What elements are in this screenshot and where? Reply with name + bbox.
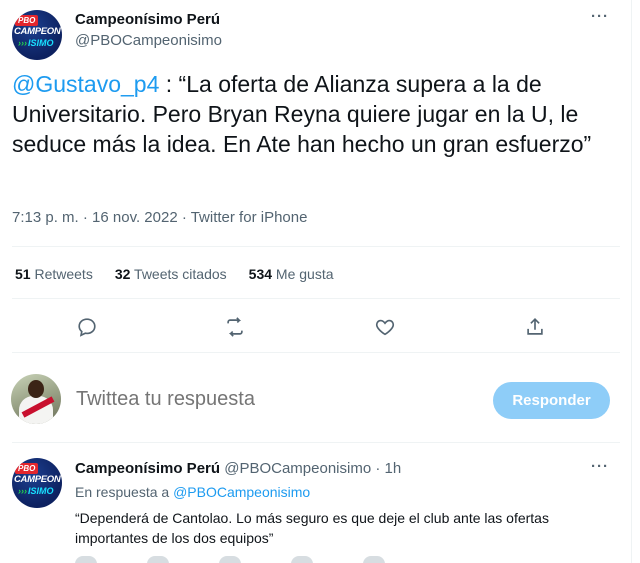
likes-count: 534 bbox=[248, 266, 273, 282]
reply-author-handle[interactable]: @PBOCampeonisimo bbox=[224, 460, 371, 477]
reply-icon[interactable] bbox=[76, 316, 100, 340]
reply-time[interactable]: 1h bbox=[385, 460, 402, 477]
author-avatar[interactable]: PBO CAMPEON ISIMO bbox=[12, 10, 62, 60]
likes-stat[interactable]: 534 Me gusta bbox=[249, 266, 334, 282]
like-icon[interactable] bbox=[374, 316, 398, 340]
quotes-stat[interactable]: 32 Tweets citados bbox=[115, 266, 227, 282]
tweet-mention[interactable]: @Gustavo_p4 bbox=[12, 71, 159, 97]
retweets-label: Retweets bbox=[30, 266, 93, 282]
avatar-line2: ISIMO bbox=[18, 38, 54, 48]
avatar-badge: PBO bbox=[15, 463, 39, 474]
tweet-detail: PBO CAMPEON ISIMO Campeonísimo Perú @PBO… bbox=[0, 0, 632, 563]
reply-context-prefix: En respuesta a bbox=[75, 484, 174, 500]
reply-text: “Dependerá de Cantolao. Lo más seguro es… bbox=[75, 510, 549, 546]
reply-header: Campeonísimo Perú @PBOCampeonisimo · 1h bbox=[75, 460, 401, 477]
likes-label: Me gusta bbox=[272, 266, 334, 282]
divider bbox=[12, 246, 620, 247]
author-name[interactable]: Campeonísimo Perú bbox=[75, 11, 220, 28]
avatar-badge: PBO bbox=[15, 15, 39, 26]
divider bbox=[12, 442, 620, 443]
reply-button[interactable]: Responder bbox=[493, 382, 610, 419]
retweet-icon[interactable] bbox=[224, 316, 248, 340]
reply-more-options-icon[interactable]: ··· bbox=[591, 458, 609, 475]
divider bbox=[12, 352, 620, 353]
avatar-line2: ISIMO bbox=[18, 486, 54, 496]
reply-input[interactable] bbox=[76, 388, 456, 411]
quotes-count: 32 bbox=[114, 266, 131, 282]
reply-actions-cutoff bbox=[75, 556, 595, 563]
retweets-count: 51 bbox=[15, 266, 31, 282]
retweets-stat[interactable]: 51 Retweets bbox=[15, 266, 93, 282]
avatar-line1: CAMPEON bbox=[14, 26, 61, 37]
reply-separator: · bbox=[371, 460, 385, 477]
author-handle[interactable]: @PBOCampeonisimo bbox=[75, 32, 222, 49]
divider bbox=[12, 298, 620, 299]
reply-context-mention[interactable]: @PBOCampeonisimo bbox=[173, 484, 310, 500]
reply-author-avatar[interactable]: PBO CAMPEON ISIMO bbox=[12, 458, 62, 508]
reply-context: En respuesta a @PBOCampeonisimo bbox=[75, 484, 310, 500]
more-options-icon[interactable]: ··· bbox=[591, 8, 609, 25]
reply-author-name[interactable]: Campeonísimo Perú bbox=[75, 460, 220, 477]
share-icon[interactable] bbox=[524, 316, 548, 340]
tweet-stats: 51 Retweets 32 Tweets citados 534 Me gus… bbox=[15, 266, 356, 282]
avatar-line1: CAMPEON bbox=[14, 474, 61, 485]
current-user-avatar[interactable] bbox=[11, 374, 61, 424]
tweet-text: @Gustavo_p4 : “La oferta de Alianza supe… bbox=[12, 69, 612, 159]
quotes-label: Tweets citados bbox=[130, 266, 227, 282]
tweet-meta[interactable]: 7:13 p. m. · 16 nov. 2022 · Twitter for … bbox=[12, 209, 307, 226]
